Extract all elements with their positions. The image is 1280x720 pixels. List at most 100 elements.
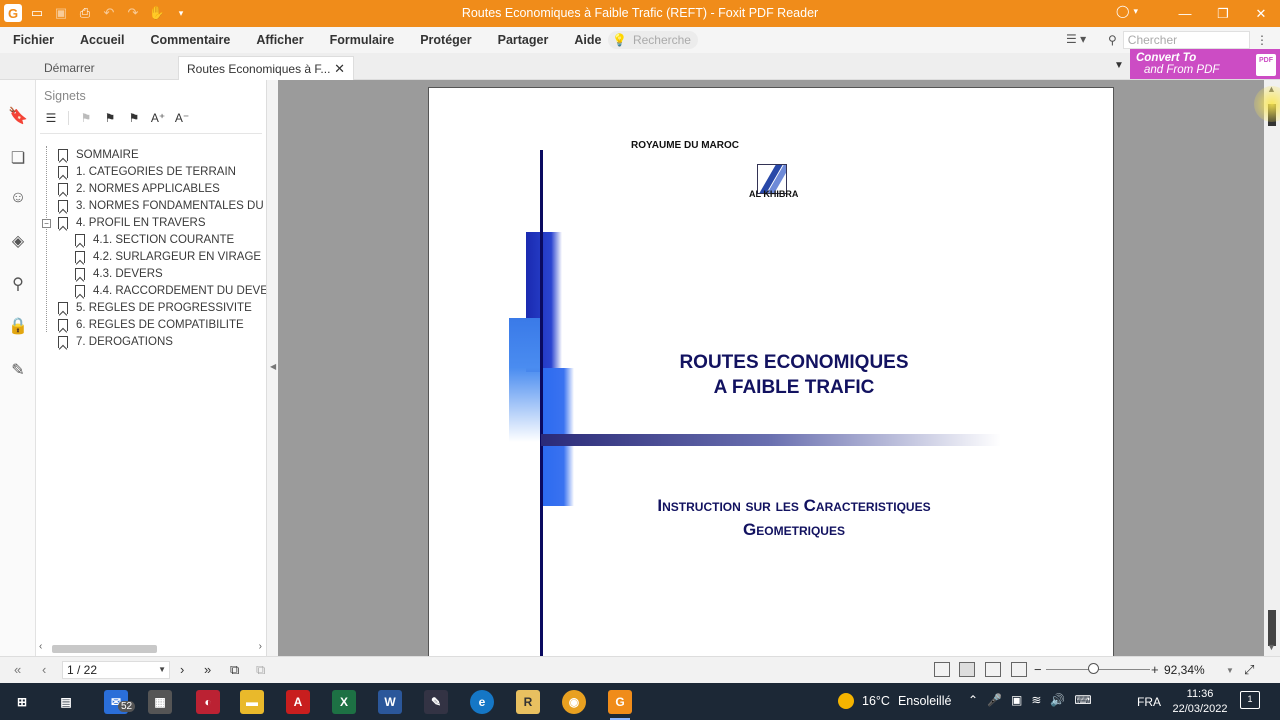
find-box[interactable]: ⚲ Chercher ⋮ <box>1108 31 1268 49</box>
file-explorer-icon[interactable]: ▬ <box>240 690 264 714</box>
bookmark-item[interactable]: 1. CATEGORIES DE TERRAIN <box>36 163 266 180</box>
single-page-view-icon[interactable] <box>934 662 950 677</box>
bookmark-panel-icon[interactable]: 🔖 <box>8 106 28 126</box>
menu-partager[interactable]: Partager <box>485 33 562 47</box>
new-bookmark-icon[interactable]: ⚑ <box>79 110 93 126</box>
bookmark-item[interactable]: 4.4. RACCORDEMENT DU DEVERS <box>36 282 266 299</box>
bookmark-options-icon[interactable]: ☰ <box>44 110 58 126</box>
maximize-icon[interactable]: ❐ <box>1204 0 1242 27</box>
fullscreen-icon[interactable]: ⤢ <box>1244 662 1254 678</box>
start-menu-icon[interactable]: ⊞ <box>10 690 34 714</box>
app-tray-icon[interactable]: ▣ <box>1011 693 1022 707</box>
app-icon[interactable]: ◉ <box>562 690 586 714</box>
zoom-level[interactable]: 92,34% <box>1164 663 1205 677</box>
continuous-facing-view-icon[interactable] <box>1011 662 1027 677</box>
network-icon[interactable]: ≋ <box>1031 693 1041 707</box>
search-input[interactable]: Chercher <box>1122 31 1250 49</box>
previous-page-icon[interactable]: ‹ <box>42 662 46 677</box>
document-viewport[interactable]: ROYAUME DU MAROC AL KHIBRA ROUTES ECONOM… <box>278 80 1264 656</box>
excel-icon[interactable]: X <box>332 690 356 714</box>
microphone-icon[interactable]: 🎤 <box>987 693 1002 707</box>
app-icon[interactable]: ◐ <box>196 690 220 714</box>
user-dropdown-icon[interactable]: ▾ <box>1133 6 1138 17</box>
facing-view-icon[interactable] <box>985 662 1001 677</box>
bookmark-item[interactable]: 3. NORMES FONDAMENTALES DU TR <box>36 197 266 214</box>
menu-aide[interactable]: Aide <box>561 33 614 47</box>
first-page-icon[interactable]: « <box>14 662 21 677</box>
security-panel-icon[interactable]: 🔒 <box>8 316 28 336</box>
tab-document[interactable]: Routes Economiques à F... ✕ <box>178 56 354 80</box>
input-language[interactable]: FRA <box>1137 695 1161 709</box>
scroll-right-icon[interactable]: › <box>259 641 262 652</box>
scroll-left-icon[interactable]: ‹ <box>39 641 42 652</box>
task-view-icon[interactable]: ▤ <box>54 690 78 714</box>
keyboard-icon[interactable]: ⌨ <box>1074 693 1091 707</box>
show-hidden-icons-icon[interactable]: ⌃ <box>968 693 978 707</box>
bookmark-item[interactable]: SOMMAIRE <box>36 146 266 163</box>
scroll-thumb[interactable] <box>52 645 157 653</box>
bookmark-item[interactable]: 4. PROFIL EN TRAVERS <box>36 214 266 231</box>
bookmark-item[interactable]: 4.2. SURLARGEUR EN VIRAGE <box>36 248 266 265</box>
page-number-field[interactable]: 1 / 22 ▼ <box>62 661 170 679</box>
next-view-icon[interactable]: ⧉ <box>256 662 265 678</box>
continuous-view-icon[interactable] <box>959 662 975 677</box>
menu-afficher[interactable]: Afficher <box>243 33 316 47</box>
volume-icon[interactable]: 🔊 <box>1050 693 1065 707</box>
bookmark-item[interactable]: 2. NORMES APPLICABLES <box>36 180 266 197</box>
autocad-icon[interactable]: A <box>286 690 310 714</box>
signatures-panel-icon[interactable]: ✎ <box>8 360 28 380</box>
bookmark-item[interactable]: 4.1. SECTION COURANTE <box>36 231 266 248</box>
menu-commentaire[interactable]: Commentaire <box>137 33 243 47</box>
previous-view-icon[interactable]: ⧉ <box>230 662 239 678</box>
attachments-panel-icon[interactable]: ⚲ <box>8 274 28 294</box>
tab-demarrer[interactable]: Démarrer <box>36 56 176 80</box>
increase-text-size-icon[interactable]: A⁺ <box>151 110 165 126</box>
tab-list-dropdown-icon[interactable]: ▼ <box>1114 60 1124 71</box>
edge-browser-icon[interactable]: e <box>470 690 494 714</box>
convert-pdf-banner[interactable]: Convert To and From PDF PDF <box>1130 49 1280 79</box>
document-vertical-scrollbar[interactable]: ▲ ▼ <box>1264 80 1280 656</box>
weather-widget[interactable]: 16°C Ensoleillé <box>838 693 951 709</box>
bookmark-item[interactable]: 5. REGLES DE PROGRESSIVITE <box>36 299 266 316</box>
bookmark-item[interactable]: 4.3. DEVERS <box>36 265 266 282</box>
view-options-icon[interactable]: ☰ ▾ <box>1066 32 1086 46</box>
calculator-app-icon[interactable]: ▦ <box>148 690 172 714</box>
zoom-out-icon[interactable]: − <box>1034 662 1042 677</box>
expand-bookmark-icon[interactable]: ⚑ <box>103 110 117 126</box>
bookmark-item[interactable]: 6. REGLES DE COMPATIBILITE <box>36 316 266 333</box>
close-tab-icon[interactable]: ✕ <box>334 61 345 77</box>
word-icon[interactable]: W <box>378 690 402 714</box>
comments-panel-icon[interactable]: ☺ <box>8 188 28 208</box>
zoom-dropdown-icon[interactable]: ▼ <box>1226 666 1234 675</box>
scroll-down-icon[interactable]: ▼ <box>1267 642 1276 652</box>
app-icon[interactable]: ✎ <box>424 690 448 714</box>
pages-panel-icon[interactable]: ❏ <box>8 148 28 168</box>
page-dropdown-icon[interactable]: ▼ <box>158 662 166 678</box>
menu-accueil[interactable]: Accueil <box>67 33 137 47</box>
search-icon[interactable]: ⚲ <box>1108 33 1117 47</box>
panel-splitter[interactable]: ◀ <box>266 80 278 656</box>
minimize-icon[interactable]: — <box>1166 0 1204 27</box>
menu-formulaire[interactable]: Formulaire <box>317 33 408 47</box>
zoom-slider-handle[interactable] <box>1088 663 1099 674</box>
collapse-panel-icon[interactable]: ◀ <box>270 362 276 371</box>
user-account[interactable]: ◯ ▾ <box>1116 4 1160 18</box>
layers-panel-icon[interactable]: ◈ <box>8 231 28 251</box>
close-icon[interactable]: ✕ <box>1242 0 1280 27</box>
system-clock[interactable]: 11:36 22/03/2022 <box>1170 687 1230 717</box>
notification-center-icon[interactable]: 1 <box>1240 691 1260 709</box>
foxit-taskbar-icon[interactable]: G <box>608 690 632 720</box>
next-page-icon[interactable]: › <box>180 662 184 677</box>
bookmark-item[interactable]: 7. DEROGATIONS <box>36 333 266 350</box>
zoom-in-icon[interactable]: + <box>1151 662 1159 677</box>
app-icon[interactable]: R <box>516 690 540 714</box>
menu-fichier[interactable]: Fichier <box>0 33 67 47</box>
menu-proteger[interactable]: Protéger <box>407 33 484 47</box>
last-page-icon[interactable]: » <box>204 662 211 677</box>
bookmarks-horizontal-scrollbar[interactable]: ‹ › <box>36 640 266 656</box>
tell-me-search[interactable]: 💡 Recherche <box>608 31 698 49</box>
user-icon[interactable]: ◯ <box>1116 4 1129 18</box>
add-bookmark-icon[interactable]: ⚑ <box>127 110 141 126</box>
decrease-text-size-icon[interactable]: A⁻ <box>175 110 189 126</box>
more-options-icon[interactable]: ⋮ <box>1256 33 1268 47</box>
